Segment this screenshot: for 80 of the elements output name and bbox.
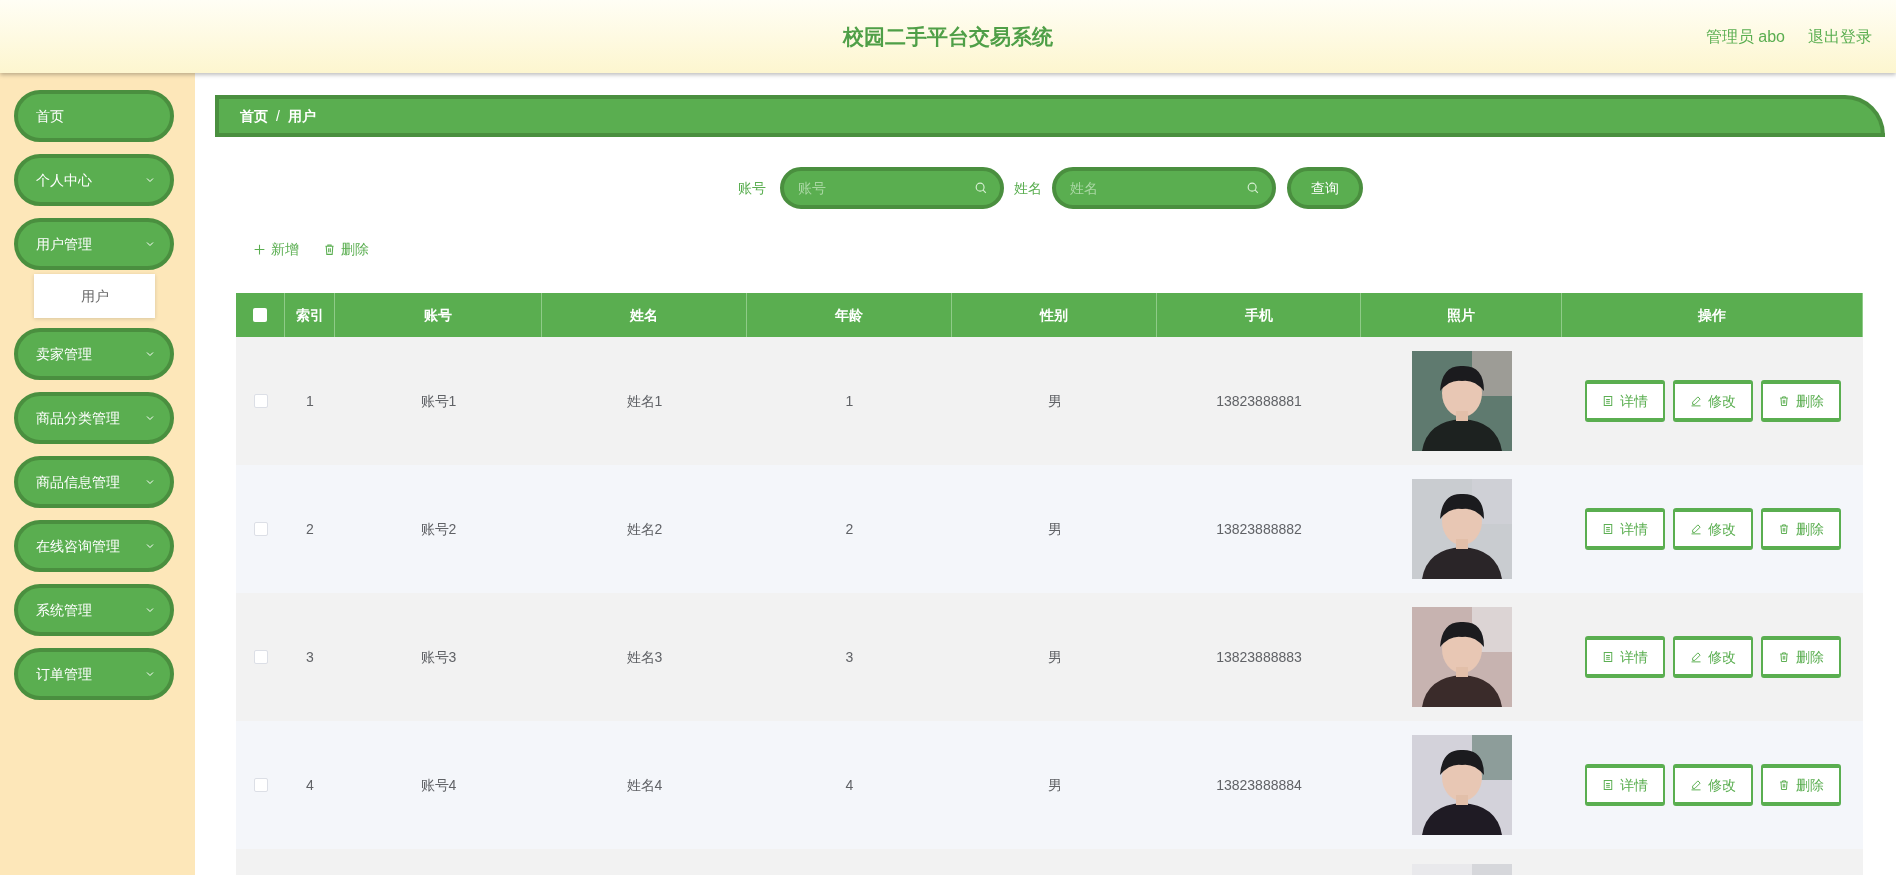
trash-icon [1777, 395, 1790, 407]
table-cell-text: 姓名1 [626, 391, 663, 411]
edit-button[interactable]: 修改 [1672, 636, 1753, 678]
edit-button[interactable]: 修改 [1672, 380, 1753, 422]
pencil-icon [1689, 523, 1702, 535]
search-field[interactable]: 姓名 [1051, 167, 1276, 209]
delete-button[interactable]: 删除 [1760, 636, 1841, 678]
query-button[interactable]: 查询 [1286, 167, 1363, 209]
trash-icon [1777, 523, 1790, 535]
pencil-icon [1689, 651, 1702, 663]
table-cell-text: 账号4 [420, 775, 457, 795]
sidebar-item[interactable]: 卖家管理 [14, 328, 174, 380]
pencil-icon [1689, 395, 1702, 407]
row-checkbox[interactable] [253, 778, 268, 792]
edit-button[interactable]: 修改 [1672, 764, 1753, 806]
sidebar-item[interactable]: 个人中心 [14, 154, 174, 206]
table-cell-text: 1 [845, 391, 854, 411]
app-title: 校园二手平台交易系统 [843, 23, 1053, 50]
document-icon [1601, 651, 1614, 663]
field-label: 姓名 [1013, 178, 1042, 198]
sidebar-item[interactable]: 在线咨询管理 [14, 520, 174, 572]
edit-button[interactable]: 修改 [1672, 508, 1753, 550]
table-cell-text: 13823888882 [1216, 519, 1302, 539]
row-checkbox[interactable] [253, 650, 268, 664]
breadcrumb-link[interactable]: 首页 [240, 105, 268, 127]
sidebar-item[interactable]: 用户管理 [14, 218, 174, 270]
detail-button[interactable]: 详情 [1584, 508, 1665, 550]
row-checkbox[interactable] [253, 522, 268, 536]
logout-link[interactable]: 退出登录 [1808, 24, 1872, 49]
table-cell-text: 1 [306, 391, 314, 411]
trash-icon [1777, 779, 1790, 791]
delete-button[interactable]: 删除 [1760, 380, 1841, 422]
breadcrumb-link[interactable]: 用户 [287, 105, 316, 127]
breadcrumb-separator: / [276, 106, 280, 126]
search-icon [973, 181, 988, 195]
document-icon [1601, 523, 1614, 535]
table-cell-text: 男 [1047, 647, 1062, 667]
field-label: 账号 [737, 178, 766, 198]
table-cell-text: 4 [845, 775, 854, 795]
detail-button[interactable]: 详情 [1584, 636, 1665, 678]
sidebar-item[interactable]: 商品信息管理 [14, 456, 174, 508]
table-cell-text: 账号3 [420, 647, 457, 667]
document-icon [1601, 779, 1614, 791]
table-cell-text: 姓名3 [626, 647, 663, 667]
table-cell-text: 姓名2 [626, 519, 663, 539]
delete-button[interactable]: 删除 [1760, 508, 1841, 550]
table-cell-text: 账号2 [420, 519, 457, 539]
table-cell-text: 2 [306, 519, 314, 539]
table-cell-text: 2 [845, 519, 854, 539]
trash-icon [323, 242, 336, 256]
sidebar-item[interactable]: 订单管理 [14, 648, 174, 700]
detail-button[interactable]: 详情 [1584, 380, 1665, 422]
search-icon [1245, 181, 1260, 195]
add-button[interactable]: 新增 [253, 238, 299, 260]
table-cell-text: 男 [1047, 775, 1062, 795]
table-cell-text: 3 [845, 647, 854, 667]
detail-button[interactable]: 详情 [1584, 764, 1665, 806]
table-cell-text: 13823888884 [1216, 775, 1302, 795]
sidebar-item[interactable]: 系统管理 [14, 584, 174, 636]
sidebar-item[interactable]: 首页 [14, 90, 174, 142]
table-cell-text: 姓名4 [626, 775, 663, 795]
trash-icon [1777, 651, 1790, 663]
pencil-icon [1689, 779, 1702, 791]
table-cell-text: 账号1 [420, 391, 457, 411]
table-cell-text: 13823888881 [1216, 391, 1302, 411]
sidebar-item[interactable]: 商品分类管理 [14, 392, 174, 444]
admin-user: 管理员 abo [1705, 26, 1785, 47]
search-field[interactable]: 账号 [779, 167, 1004, 209]
document-icon [1601, 395, 1614, 407]
table-cell-text: 3 [306, 647, 314, 667]
submenu-item[interactable]: 用户 [34, 274, 155, 318]
table-cell-text: 13823888883 [1216, 647, 1302, 667]
table-cell-text: 男 [1047, 519, 1062, 539]
delete-button[interactable]: 删除 [1760, 764, 1841, 806]
row-checkbox[interactable] [253, 394, 268, 408]
table-cell-text: 4 [306, 775, 314, 795]
select-all-checkbox[interactable] [253, 308, 267, 322]
table-cell-text: 男 [1047, 391, 1062, 411]
delete-button[interactable]: 删除 [323, 238, 369, 260]
plus-icon [253, 242, 266, 256]
